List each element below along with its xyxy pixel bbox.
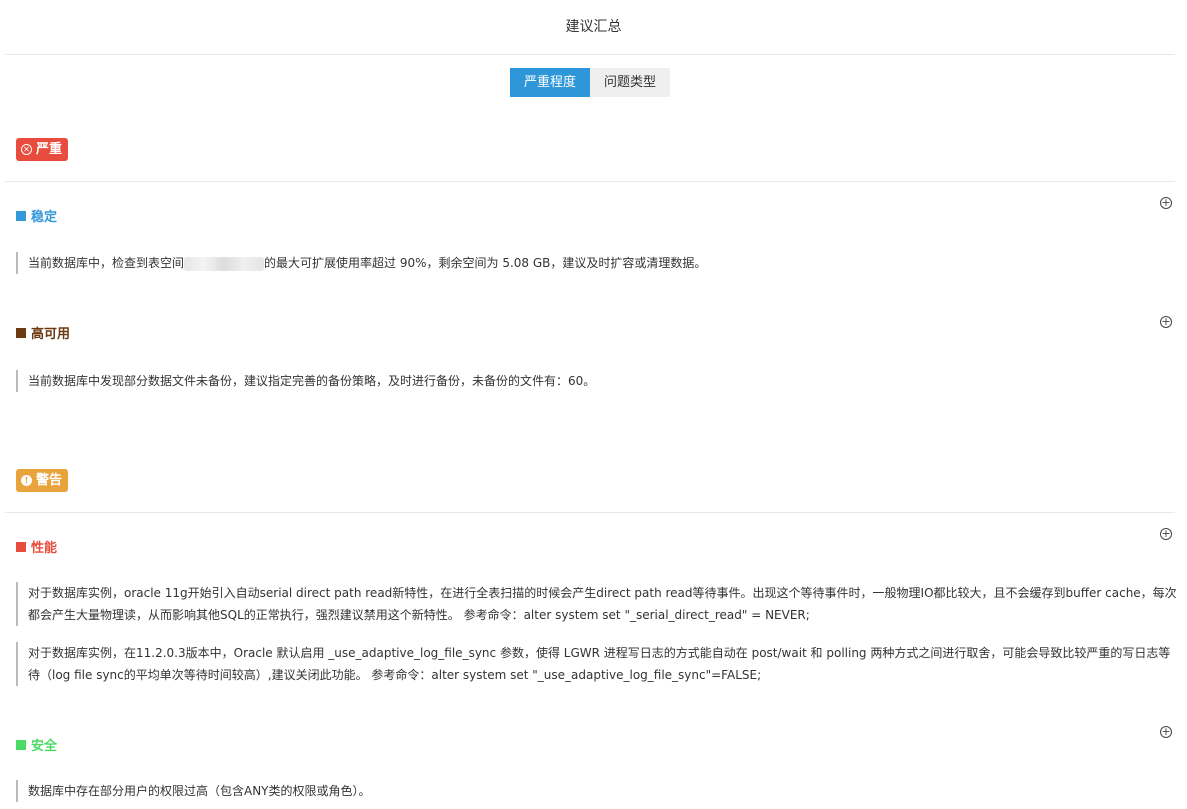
list-item: 对于数据库实例，在11.2.0.3版本中，Oracle 默认启用 _use_ad… bbox=[16, 642, 1178, 686]
list-item: 对于数据库实例，oracle 11g开始引入自动serial direct pa… bbox=[16, 582, 1178, 626]
category-square-icon bbox=[16, 327, 26, 338]
category-label: 稳定 bbox=[31, 210, 58, 225]
group-divider bbox=[5, 181, 1175, 182]
expand-performance-icon[interactable]: + bbox=[1160, 528, 1172, 540]
group-divider bbox=[5, 512, 1175, 513]
tab-issue-type[interactable]: 问题类型 bbox=[590, 68, 670, 97]
badge-label: 严重 bbox=[36, 142, 63, 157]
list-item: 数据库中存在部分用户的权限过高（包含ANY类的权限或角色）。 bbox=[16, 780, 1178, 802]
category-label: 性能 bbox=[31, 541, 58, 556]
header-divider bbox=[5, 54, 1175, 55]
category-square-icon bbox=[16, 541, 26, 552]
view-tabs: 严重程度 问题类型 bbox=[510, 68, 670, 97]
expand-stable-icon[interactable]: + bbox=[1160, 197, 1172, 209]
severity-badge-severe: ✕ 严重 bbox=[16, 138, 69, 161]
category-label: 安全 bbox=[31, 739, 58, 754]
category-security: 安全 bbox=[16, 735, 57, 754]
page-title: 建议汇总 bbox=[565, 19, 622, 35]
redacted-tablespace-name bbox=[184, 256, 265, 271]
close-circle-icon: ✕ bbox=[21, 144, 32, 155]
tab-severity[interactable]: 严重程度 bbox=[510, 68, 590, 97]
category-square-icon bbox=[16, 210, 26, 221]
list-item: 当前数据库中发现部分数据文件未备份，建议指定完善的备份策略，及时进行备份，未备份… bbox=[16, 370, 1178, 392]
expand-high-availability-icon[interactable]: + bbox=[1160, 316, 1172, 328]
category-label: 高可用 bbox=[31, 327, 71, 342]
exclamation-circle-icon: ! bbox=[21, 475, 32, 486]
category-high-availability: 高可用 bbox=[16, 323, 70, 342]
category-square-icon bbox=[16, 739, 26, 750]
badge-label: 警告 bbox=[36, 473, 63, 488]
expand-security-icon[interactable]: + bbox=[1160, 726, 1172, 738]
category-performance: 性能 bbox=[16, 537, 57, 556]
category-stable: 稳定 bbox=[16, 206, 57, 225]
list-item: 当前数据库中，检查到表空间 的最大可扩展使用率超过 90%，剩余空间为 5.08 … bbox=[16, 252, 1178, 274]
severity-badge-warning: ! 警告 bbox=[16, 469, 69, 492]
